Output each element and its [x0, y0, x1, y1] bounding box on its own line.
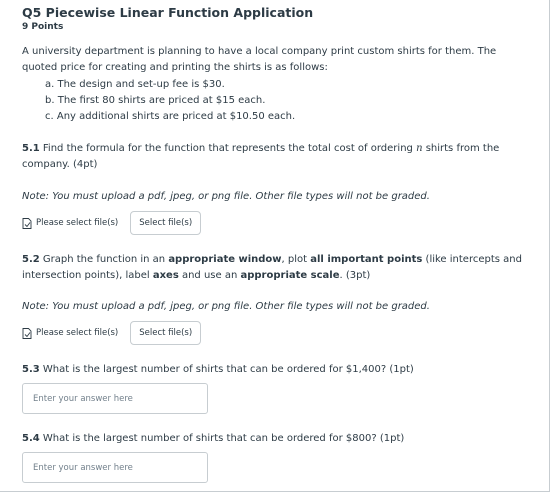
part52-t1: Graph the function in an [39, 254, 169, 265]
part53-text: What is the largest number of shirts tha… [39, 364, 414, 375]
price-item-a: a. The design and set-up fee is $30. [45, 79, 225, 90]
question-panel: Q5 Piecewise Linear Function Application… [0, 0, 550, 492]
file-icon [22, 327, 32, 339]
question-points: 9 Points [22, 22, 64, 32]
question-title: Q5 Piecewise Linear Function Application [22, 5, 314, 20]
part52-note: Note: You must upload a pdf, jpeg, or pn… [22, 301, 430, 312]
part52-prompt-line2: intersection points), label axes and use… [22, 268, 370, 284]
part51-upload-row: Please select file(s) Select file(s) [22, 211, 202, 235]
part52-b2: all important points [310, 254, 423, 265]
part52-upload-label: Please select file(s) [36, 328, 119, 338]
part53-number: 5.3 [22, 364, 40, 375]
part54-text: What is the largest number of shirts tha… [39, 433, 405, 444]
part52-upload-row: Please select file(s) Select file(s) [22, 321, 202, 345]
part52-b3: axes [152, 270, 179, 281]
file-icon [22, 217, 32, 229]
part51-number: 5.1 [22, 143, 40, 154]
part52-b4: appropriate scale [240, 270, 340, 281]
part51-text-b: shirts from the [422, 143, 500, 154]
question-intro-line1: A university department is planning to h… [22, 46, 497, 57]
part52-select-files-button[interactable]: Select file(s) [130, 321, 202, 345]
part54-prompt: 5.4 What is the largest number of shirts… [22, 431, 404, 447]
part52-t4: intersection points), label [22, 270, 153, 281]
part52-b1: appropriate window [168, 254, 282, 265]
part52-t3: (like intercepts and [422, 254, 522, 265]
part54-answer-input[interactable] [22, 452, 208, 483]
part52-prompt-line1: 5.2 Graph the function in an appropriate… [22, 252, 522, 268]
part51-select-files-button[interactable]: Select file(s) [130, 211, 202, 235]
question-intro-line2: quoted price for creating and printing t… [22, 62, 328, 73]
part52-t2: , plot [281, 254, 311, 265]
part51-upload-label: Please select file(s) [36, 218, 119, 228]
part51-prompt-line2: company. (4pt) [22, 159, 98, 170]
part51-note: Note: You must upload a pdf, jpeg, or pn… [22, 191, 430, 202]
part53-answer-input[interactable] [22, 383, 208, 414]
part52-t6: . (3pt) [339, 270, 371, 281]
part53-prompt: 5.3 What is the largest number of shirts… [22, 362, 414, 378]
price-item-b: b. The first 80 shirts are priced at $15… [45, 95, 266, 106]
part51-prompt-line1: 5.1 Find the formula for the function th… [22, 141, 499, 157]
part51-text-a: Find the formula for the function that r… [39, 143, 417, 154]
part54-number: 5.4 [22, 433, 40, 444]
part52-t5: and use an [178, 270, 241, 281]
part52-number: 5.2 [22, 254, 40, 265]
price-item-c: c. Any additional shirts are priced at $… [45, 111, 296, 122]
